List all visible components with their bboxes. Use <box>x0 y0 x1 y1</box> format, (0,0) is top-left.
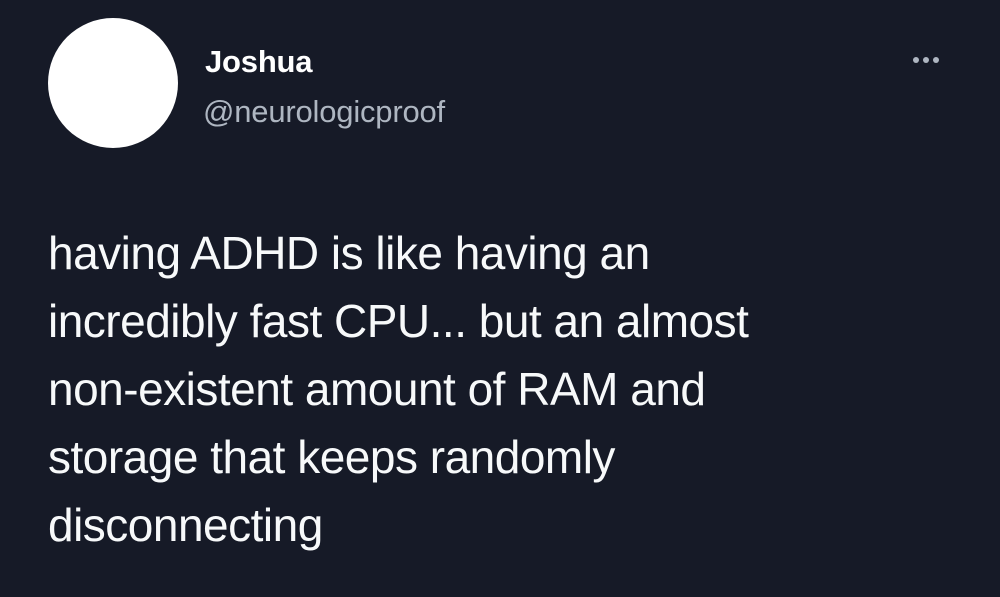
more-horizontal-icon <box>913 57 919 63</box>
tweet-text-line: incredibly fast CPU... but an almost <box>48 295 749 347</box>
more-horizontal-icon <box>933 57 939 63</box>
tweet-text-line: having ADHD is like having an <box>48 227 650 279</box>
more-horizontal-icon <box>923 57 929 63</box>
tweet-text-line: storage that keeps randomly <box>48 431 615 483</box>
author-handle[interactable]: @neurologicproof <box>203 92 445 132</box>
tweet-card: Joshua @neurologicproof having ADHD is l… <box>0 0 1000 597</box>
tweet-text-line: disconnecting <box>48 499 323 551</box>
tweet-text-line: non-existent amount of RAM and <box>48 363 706 415</box>
tweet-text: having ADHD is like having an incredibly… <box>48 219 948 559</box>
more-options-button[interactable] <box>904 48 948 72</box>
avatar[interactable] <box>48 18 178 148</box>
author-display-name[interactable]: Joshua <box>205 42 313 82</box>
